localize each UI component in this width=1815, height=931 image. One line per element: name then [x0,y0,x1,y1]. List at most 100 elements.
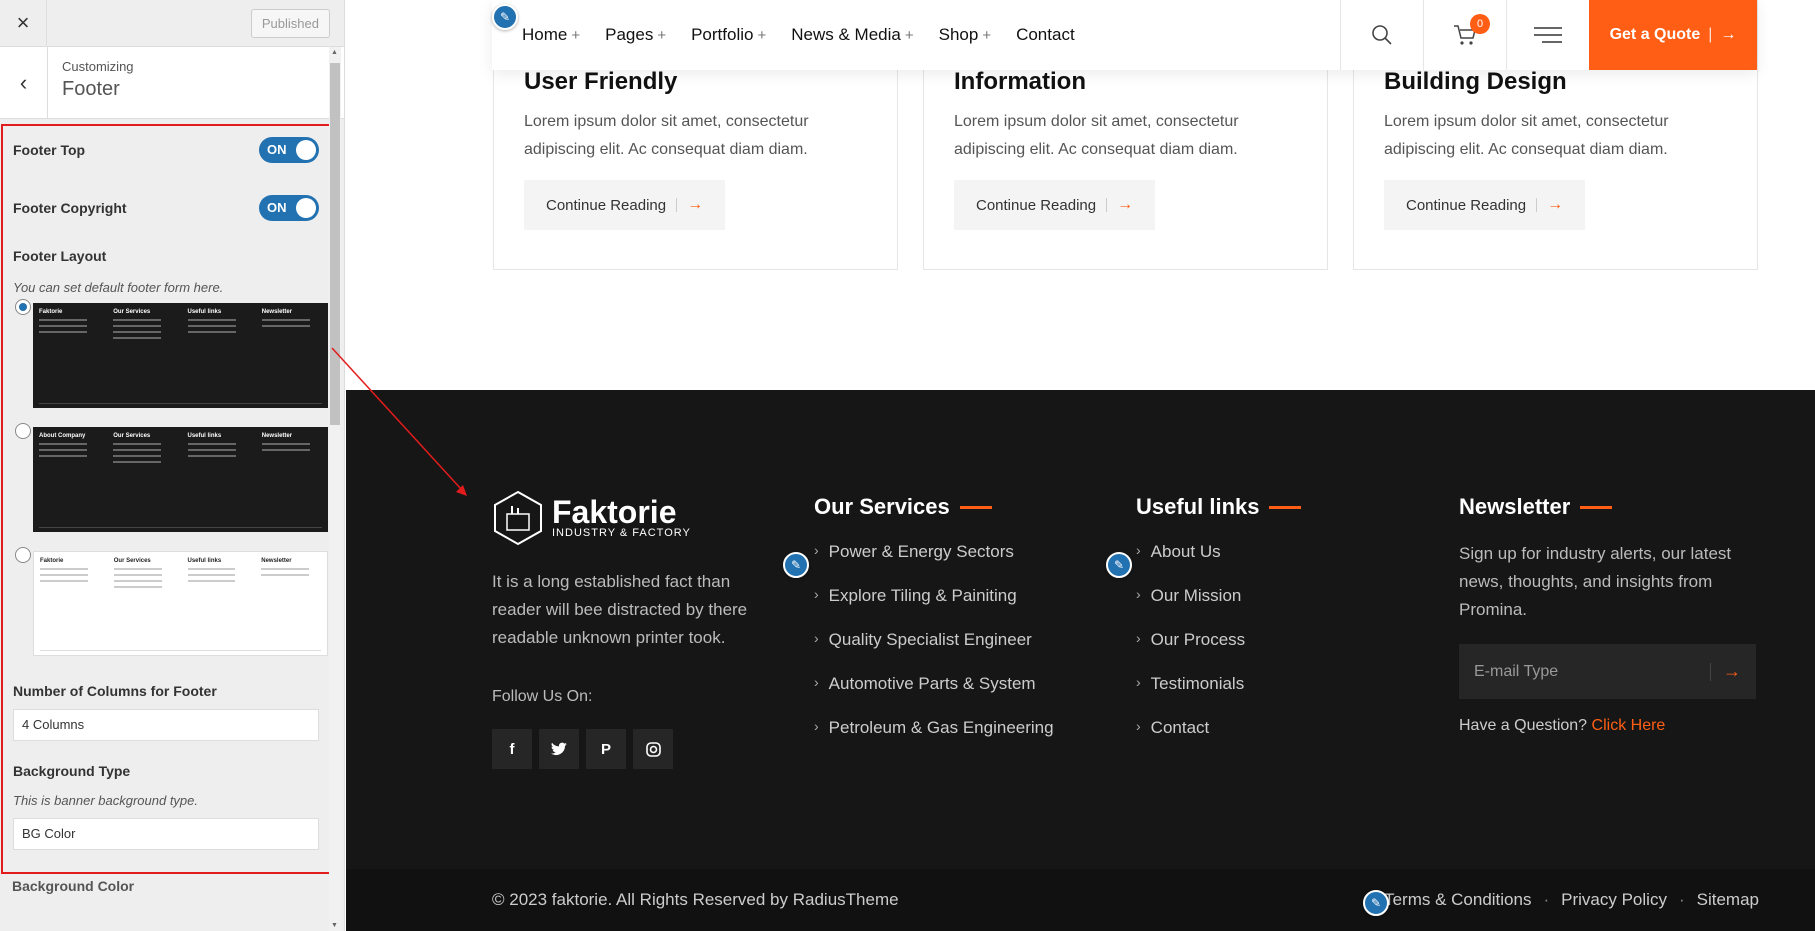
useful-links-column: Useful links › About Us › Our Mission › Our… [1136,494,1302,762]
edit-shortcut-icon[interactable]: ✎ [1363,890,1389,916]
customizer-sidebar: × Published ‹ Customizing Footer Footer … [0,0,345,931]
section-title: Footer [62,78,120,100]
chevron-right-icon: › [814,630,819,646]
chevron-right-icon: › [1136,674,1141,690]
continue-reading-button[interactable]: Continue Reading → [954,180,1156,230]
edit-shortcut-icon[interactable]: ✎ [1106,552,1132,578]
privacy-link[interactable]: Privacy Policy [1561,890,1667,910]
footer-top-toggle[interactable]: ON [259,137,319,163]
layout-radio-2[interactable] [15,423,31,439]
newsletter-text: Sign up for industry alerts, our latest … [1459,544,1732,619]
facebook-icon[interactable]: f [492,729,532,769]
nav-home[interactable]: Home + [522,25,580,45]
nav-pages[interactable]: Pages + [605,25,666,45]
continue-reading-button[interactable]: Continue Reading → [524,180,726,230]
edit-shortcut-icon[interactable]: ✎ [783,552,809,578]
layout-preview-3[interactable]: Faktorie Our Services Useful links Newslett… [33,551,328,656]
factory-logo-icon [494,490,542,546]
social-links: f P [492,729,673,769]
useful-link[interactable]: › Testimonials [1136,674,1301,718]
scroll-down-icon[interactable]: ▼ [331,922,338,929]
brand-tagline: INDUSTRY & FACTORY [552,527,691,539]
hamburger-menu-icon[interactable] [1506,0,1589,70]
card-title: User Friendly [524,68,678,95]
footer-logo[interactable]: Faktorie INDUSTRY & FACTORY [492,490,691,546]
services-title: Our Services [814,494,950,519]
arrow-right-icon: → [1720,26,1737,43]
columns-select[interactable]: 4 Columns [13,709,319,741]
get-a-quote-button[interactable]: Get a Quote | → [1589,0,1757,70]
service-link[interactable]: › Explore Tiling & Painiting [814,586,1054,630]
scroll-thumb[interactable] [330,63,340,425]
published-button[interactable]: Published [250,8,330,38]
question-text: Have a Question? Click Here [1459,717,1666,734]
brand-name: Faktorie [552,494,677,530]
search-icon[interactable] [1340,0,1423,70]
chevron-right-icon: › [814,586,819,602]
useful-link[interactable]: › Contact [1136,718,1301,762]
sticky-header: Home + Pages + Portfolio + News & Media + Sh… [492,0,1757,70]
service-link[interactable]: › Automotive Parts & System [814,674,1054,718]
arrow-right-icon: → [1547,196,1564,213]
background-color-label: Background Color [12,878,135,894]
newsletter-column: Newsletter Sign up for industry alerts, … [1459,494,1759,735]
layout-option-3[interactable]: Faktorie Our Services Useful links Newslett… [13,547,328,656]
layout-option-1[interactable]: Faktorie Our Services Useful links Newslett… [13,299,328,408]
bg-type-label: Background Type [13,763,131,779]
useful-link[interactable]: › Our Mission [1136,586,1301,630]
useful-link[interactable]: › Our Process [1136,630,1301,674]
cart-icon[interactable]: 0 [1423,0,1506,70]
card-text: Lorem ipsum dolor sit amet, consectetur … [1384,113,1669,158]
card-title: Building Design [1384,68,1567,95]
close-icon[interactable]: × [0,0,47,47]
useful-link[interactable]: › About Us [1136,542,1301,586]
footer-copyright-toggle[interactable]: ON [259,195,319,221]
chevron-right-icon: › [814,542,819,558]
useful-links-title: Useful links [1136,494,1260,519]
nav-portfolio[interactable]: Portfolio + [691,25,766,45]
bg-type-select[interactable]: BG Color [13,818,319,850]
service-link[interactable]: › Quality Specialist Engineer [814,630,1054,674]
service-link[interactable]: › Power & Energy Sectors [814,542,1054,586]
site-footer: Faktorie INDUSTRY & FACTORY It is a long… [346,390,1815,869]
layout-radio-3[interactable] [15,547,31,563]
nav-contact[interactable]: Contact [1016,25,1075,45]
continue-reading-button[interactable]: Continue Reading → [1384,180,1586,230]
scroll-up-icon[interactable]: ▲ [331,49,338,56]
site-preview: User Friendly Lorem ipsum dolor sit amet… [346,0,1815,931]
newsletter-title: Newsletter [1459,494,1571,519]
sidebar-scrollbar[interactable]: ▲ ▼ [329,47,341,931]
section-header: ‹ Customizing Footer [0,47,344,119]
card-title: Information [954,68,1086,95]
chevron-right-icon: › [1136,718,1141,734]
back-icon[interactable]: ‹ [0,47,48,118]
edit-shortcut-icon[interactable]: ✎ [492,4,518,30]
twitter-icon[interactable] [539,729,579,769]
footer-settings-panel: Footer Top ON Footer Copyright ON Footer… [1,124,331,874]
footer-layout-label: Footer Layout [13,248,107,264]
layout-option-2[interactable]: About Company Our Services Useful links New… [13,423,328,532]
copyright-text: © 2023 faktorie. All Rights Reserved by … [492,890,899,909]
arrow-right-icon[interactable]: → [1723,661,1741,682]
columns-label: Number of Columns for Footer [13,683,217,699]
chevron-right-icon: › [814,674,819,690]
email-input[interactable]: E-mail Type → [1459,644,1756,699]
layout-radio-1[interactable] [15,299,31,315]
chevron-right-icon: › [1136,630,1141,646]
customizer-topbar: × Published [0,0,344,47]
sitemap-link[interactable]: Sitemap [1697,890,1759,910]
nav-news-media[interactable]: News & Media + [791,25,913,45]
service-link[interactable]: › Petroleum & Gas Engineering [814,718,1054,762]
card-text: Lorem ipsum dolor sit amet, consectetur … [954,113,1239,158]
terms-link[interactable]: Terms & Conditions [1384,890,1531,910]
instagram-icon[interactable] [633,729,673,769]
nav-shop[interactable]: Shop + [939,25,991,45]
footer-layout-hint: You can set default footer form here. [13,280,224,295]
customizing-label: Customizing [62,59,134,74]
layout-preview-1[interactable]: Faktorie Our Services Useful links Newslett… [33,303,328,408]
click-here-link[interactable]: Click Here [1592,717,1666,734]
cart-count-badge: 0 [1470,14,1490,34]
pinterest-icon[interactable]: P [586,729,626,769]
layout-preview-2[interactable]: About Company Our Services Useful links New… [33,427,328,532]
bg-type-hint: This is banner background type. [13,793,198,808]
